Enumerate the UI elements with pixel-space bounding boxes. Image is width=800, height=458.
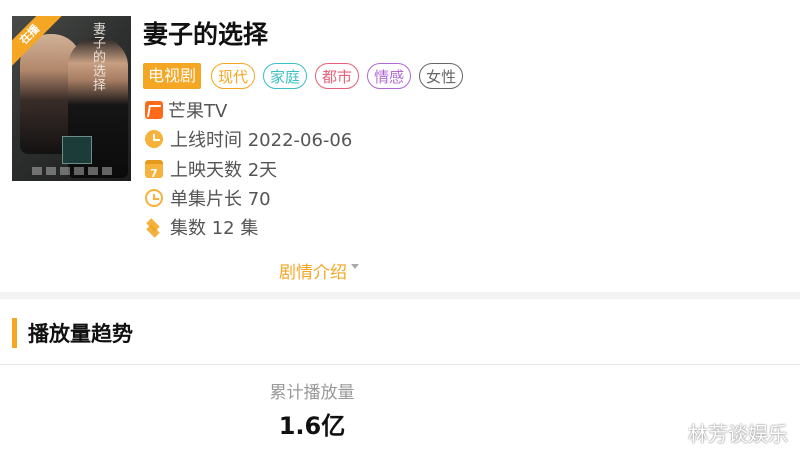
timer-icon bbox=[145, 189, 163, 207]
platform-name: 芒果TV bbox=[168, 101, 228, 122]
trend-section-title: 播放量趋势 bbox=[28, 322, 133, 346]
plot-intro-toggle[interactable]: 剧情介绍 bbox=[279, 258, 359, 283]
genre-tag[interactable]: 女性 bbox=[419, 63, 464, 89]
platform-row[interactable]: 芒果TV bbox=[145, 98, 227, 122]
episodes-row: 集数 12 集 bbox=[145, 214, 258, 240]
watermark: 林芳谈娱乐 bbox=[688, 422, 788, 446]
mango-tv-icon bbox=[145, 101, 163, 119]
episodes-text: 集数 12 集 bbox=[170, 218, 259, 239]
days-row: 7 上映天数 2天 bbox=[145, 156, 277, 182]
section-accent-bar bbox=[12, 318, 17, 348]
release-date-text: 上线时间 2022-06-06 bbox=[170, 130, 353, 151]
section-divider bbox=[0, 292, 800, 299]
genre-tag[interactable]: 情感 bbox=[367, 63, 412, 89]
type-tag: 电视剧 bbox=[143, 63, 202, 89]
drama-detail-page: 妻子的选择 在播 妻子的选择 电视剧 现代 家庭 都市 情感 女性 芒果TV 上… bbox=[0, 0, 800, 458]
trend-section-header: 播放量趋势 bbox=[12, 318, 133, 348]
drama-title: 妻子的选择 bbox=[143, 20, 269, 49]
poster-credits bbox=[32, 167, 112, 175]
days-text: 上映天数 2天 bbox=[170, 160, 278, 181]
drama-poster[interactable]: 妻子的选择 在播 bbox=[12, 16, 131, 181]
layers-icon bbox=[145, 218, 163, 236]
genre-tag[interactable]: 现代 bbox=[211, 63, 256, 89]
poster-artwork-title: 妻子的选择 bbox=[90, 22, 105, 92]
tag-list: 电视剧 现代 家庭 都市 情感 女性 bbox=[143, 61, 471, 91]
calendar-icon: 7 bbox=[145, 160, 163, 180]
section-line bbox=[0, 364, 800, 365]
episode-length-row: 单集片长 70 bbox=[145, 185, 271, 211]
genre-tag[interactable]: 都市 bbox=[315, 63, 360, 89]
caret-down-icon bbox=[351, 264, 359, 269]
clock-icon bbox=[145, 130, 163, 148]
total-views-label: 累计播放量 bbox=[269, 383, 355, 403]
plot-intro-label: 剧情介绍 bbox=[279, 263, 347, 283]
genre-tag[interactable]: 家庭 bbox=[263, 63, 308, 89]
episode-length-text: 单集片长 70 bbox=[170, 189, 271, 210]
poster-logo-card bbox=[62, 136, 92, 164]
release-date-row: 上线时间 2022-06-06 bbox=[145, 126, 352, 152]
total-views-value: 1.6亿 bbox=[278, 412, 346, 440]
